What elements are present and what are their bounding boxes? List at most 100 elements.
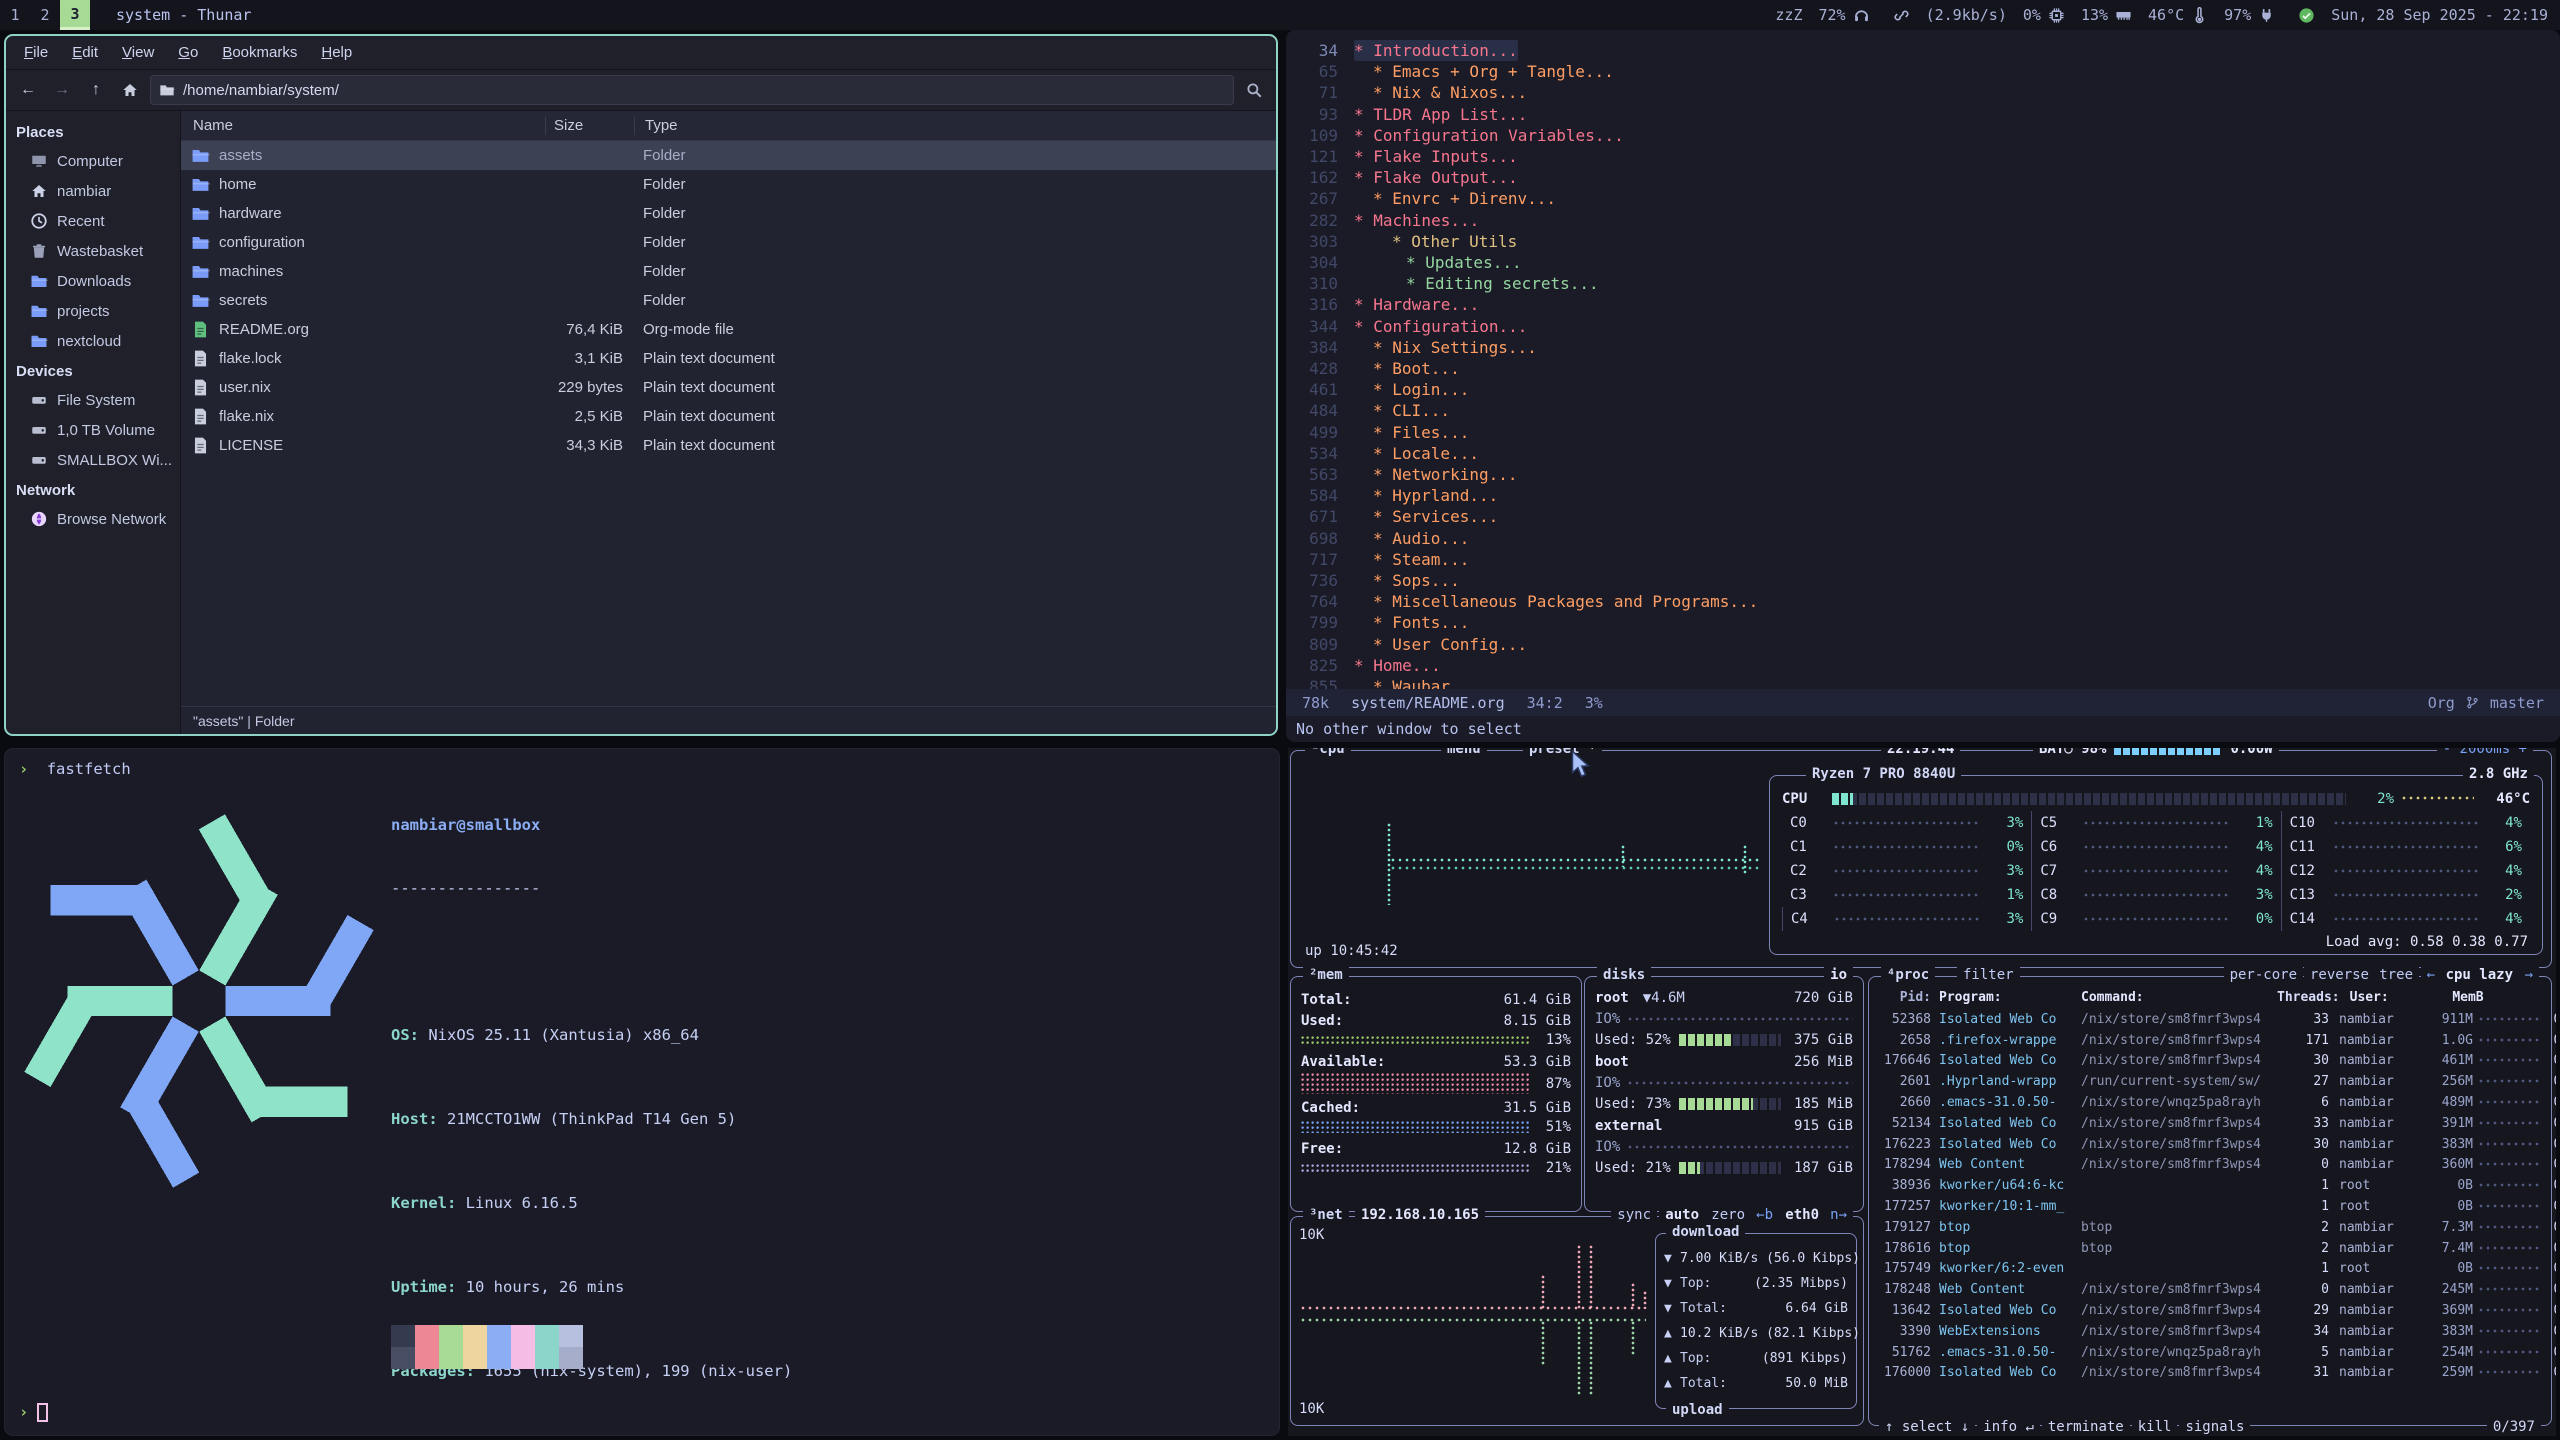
back-button[interactable]: ← [14,76,42,104]
org-heading-line[interactable]: 34 * Introduction... [1286,40,2560,61]
sidebar-item[interactable]: nambiar [6,176,180,206]
tray-item[interactable]: 72% [1819,6,1870,24]
org-heading-line[interactable]: 736 * Sops... [1286,570,2560,591]
org-heading-line[interactable]: 799 * Fonts... [1286,612,2560,633]
tab-mem[interactable]: ²mem [1303,967,1349,983]
home-button[interactable] [116,76,144,104]
col-program[interactable]: Program: [1931,990,2081,1005]
tray-item[interactable] [1886,7,1910,24]
terminate-button[interactable]: terminate [2042,1419,2130,1435]
org-heading-line[interactable]: 855 * Waubar... [1286,676,2560,689]
org-heading-line[interactable]: 316 * Hardware... [1286,294,2560,315]
org-heading-line[interactable]: 93 * TLDR App List... [1286,104,2560,125]
org-heading-line[interactable]: 282 * Machines... [1286,210,2560,231]
org-heading-line[interactable]: 109 * Configuration Variables... [1286,125,2560,146]
menu-item[interactable]: Go [168,40,208,65]
file-row[interactable]: secrets Folder [181,286,1276,315]
tray-item[interactable]: 0% [2023,6,2065,24]
proc-percore-button[interactable]: per-core [2224,967,2303,983]
org-heading-line[interactable]: 304 * Updates... [1286,252,2560,273]
file-row[interactable]: configuration Folder [181,228,1276,257]
column-size[interactable]: Size [546,117,634,134]
sidebar-item[interactable]: SMALLBOX Wi... [6,445,180,475]
select-buttons[interactable]: ↑ select ↓ [1879,1419,1975,1435]
tray-item[interactable]: zzZ [1775,6,1802,24]
sidebar-item[interactable]: projects [6,296,180,326]
file-row[interactable]: LICENSE 34,3 KiB Plain text document [181,431,1276,460]
process-row[interactable]: 2601 .Hyprland-wrapp /run/current-system… [1869,1071,2551,1092]
search-button[interactable] [1240,76,1268,104]
org-heading-line[interactable]: 162 * Flake Output... [1286,167,2560,188]
file-row[interactable]: README.org 76,4 KiB Org-mode file [181,315,1276,344]
process-row[interactable]: 3390 WebExtensions /nix/store/sm8fmrf3wp… [1869,1321,2551,1342]
org-heading-line[interactable]: 384 * Nix Settings... [1286,337,2560,358]
col-pid[interactable]: Pid: [1869,990,1931,1005]
org-heading-line[interactable]: 267 * Envrc + Direnv... [1286,188,2560,209]
proc-sort-prev[interactable]: ← [2421,967,2441,983]
file-row[interactable]: home Folder [181,170,1276,199]
org-heading-line[interactable]: 71 * Nix & Nixos... [1286,82,2560,103]
update-interval[interactable]: - 2000ms + [2437,748,2533,757]
sidebar-item[interactable]: Computer [6,146,180,176]
org-heading-line[interactable]: 698 * Audio... [1286,528,2560,549]
file-row[interactable]: user.nix 229 bytes Plain text document [181,373,1276,402]
file-row[interactable]: flake.nix 2,5 KiB Plain text document [181,402,1276,431]
shell-input-line[interactable]: › [19,1402,48,1423]
process-row[interactable]: 179127 btop btop 2 nambiar 7.3M 0.0 [1869,1217,2551,1238]
forward-button[interactable]: → [48,76,76,104]
kill-button[interactable]: kill [2132,1419,2178,1435]
tray-item[interactable]: 97% [2224,6,2275,24]
org-heading-line[interactable]: 65 * Emacs + Org + Tangle... [1286,61,2560,82]
org-heading-line[interactable]: 303 * Other Utils [1286,231,2560,252]
proc-reverse-button[interactable]: reverse [2304,967,2375,983]
file-row[interactable]: assets Folder [181,141,1276,170]
org-heading-line[interactable]: 809 * User Config... [1286,634,2560,655]
org-heading-line[interactable]: 344 * Configuration... [1286,316,2560,337]
io-mode-button[interactable]: io [1824,967,1853,983]
col-user[interactable]: User: [2340,990,2434,1005]
process-row[interactable]: 13642 Isolated Web Co /nix/store/sm8fmrf… [1869,1300,2551,1321]
menu-item[interactable]: View [112,40,164,65]
tray-item[interactable]: (2.9kb/s) [1926,6,2007,24]
sidebar-item[interactable]: File System [6,385,180,415]
proc-sort-next[interactable]: → [2519,967,2539,983]
org-heading-line[interactable]: 428 * Boot... [1286,358,2560,379]
menu-item[interactable]: Help [311,40,362,65]
menu-item[interactable]: Bookmarks [212,40,307,65]
menu-item[interactable]: Edit [62,40,108,65]
menu-button[interactable]: menu [1441,748,1487,757]
org-heading-line[interactable]: 764 * Miscellaneous Packages and Program… [1286,591,2560,612]
workspace-button[interactable]: 1 [0,0,30,30]
tray-item[interactable]: 13% [2081,6,2132,24]
org-heading-line[interactable]: 671 * Services... [1286,506,2560,527]
col-command[interactable]: Command: [2081,990,2277,1005]
up-button[interactable]: ↑ [82,76,110,104]
org-heading-line[interactable]: 499 * Files... [1286,422,2560,443]
menu-item[interactable]: File [14,40,58,65]
tab-proc[interactable]: ⁴proc [1881,967,1935,983]
process-row[interactable]: 178248 Web Content /nix/store/sm8fmrf3wp… [1869,1279,2551,1300]
process-row[interactable]: 175749 kworker/6:2-even 1 root 0B 0.0 [1869,1259,2551,1280]
process-row[interactable]: 178294 Web Content /nix/store/sm8fmrf3wp… [1869,1155,2551,1176]
tab-disks[interactable]: disks [1597,967,1651,983]
org-heading-line[interactable]: 717 * Steam... [1286,549,2560,570]
sidebar-item[interactable]: nextcloud [6,326,180,356]
sidebar-item[interactable]: 1,0 TB Volume [6,415,180,445]
sidebar-item[interactable]: Wastebasket [6,236,180,266]
tab-cpu[interactable]: ¹cpu [1305,748,1351,757]
sidebar-item[interactable]: Browse Network [6,504,180,534]
process-row[interactable]: 2660 .emacs-31.0.50- /nix/store/wnqz5pa8… [1869,1092,2551,1113]
process-row[interactable]: 176646 Isolated Web Co /nix/store/sm8fmr… [1869,1051,2551,1072]
workspace-button[interactable]: 3 [60,0,90,30]
sidebar-item[interactable]: Downloads [6,266,180,296]
process-row[interactable]: 178616 btop btop 2 nambiar 7.4M 0.0 [1869,1238,2551,1259]
column-type[interactable]: Type [635,117,1276,134]
process-row[interactable]: 52134 Isolated Web Co /nix/store/sm8fmrf… [1869,1113,2551,1134]
tray-item[interactable] [2291,7,2315,24]
tray-item[interactable]: Sun, 28 Sep 2025 - 22:19 [2331,6,2548,24]
workspace-button[interactable]: 2 [30,0,60,30]
sidebar-item[interactable]: Recent [6,206,180,236]
signals-button[interactable]: signals [2179,1419,2250,1435]
process-row[interactable]: 2658 .firefox-wrappe /nix/store/sm8fmrf3… [1869,1030,2551,1051]
info-button[interactable]: info ↵ [1977,1419,2040,1435]
